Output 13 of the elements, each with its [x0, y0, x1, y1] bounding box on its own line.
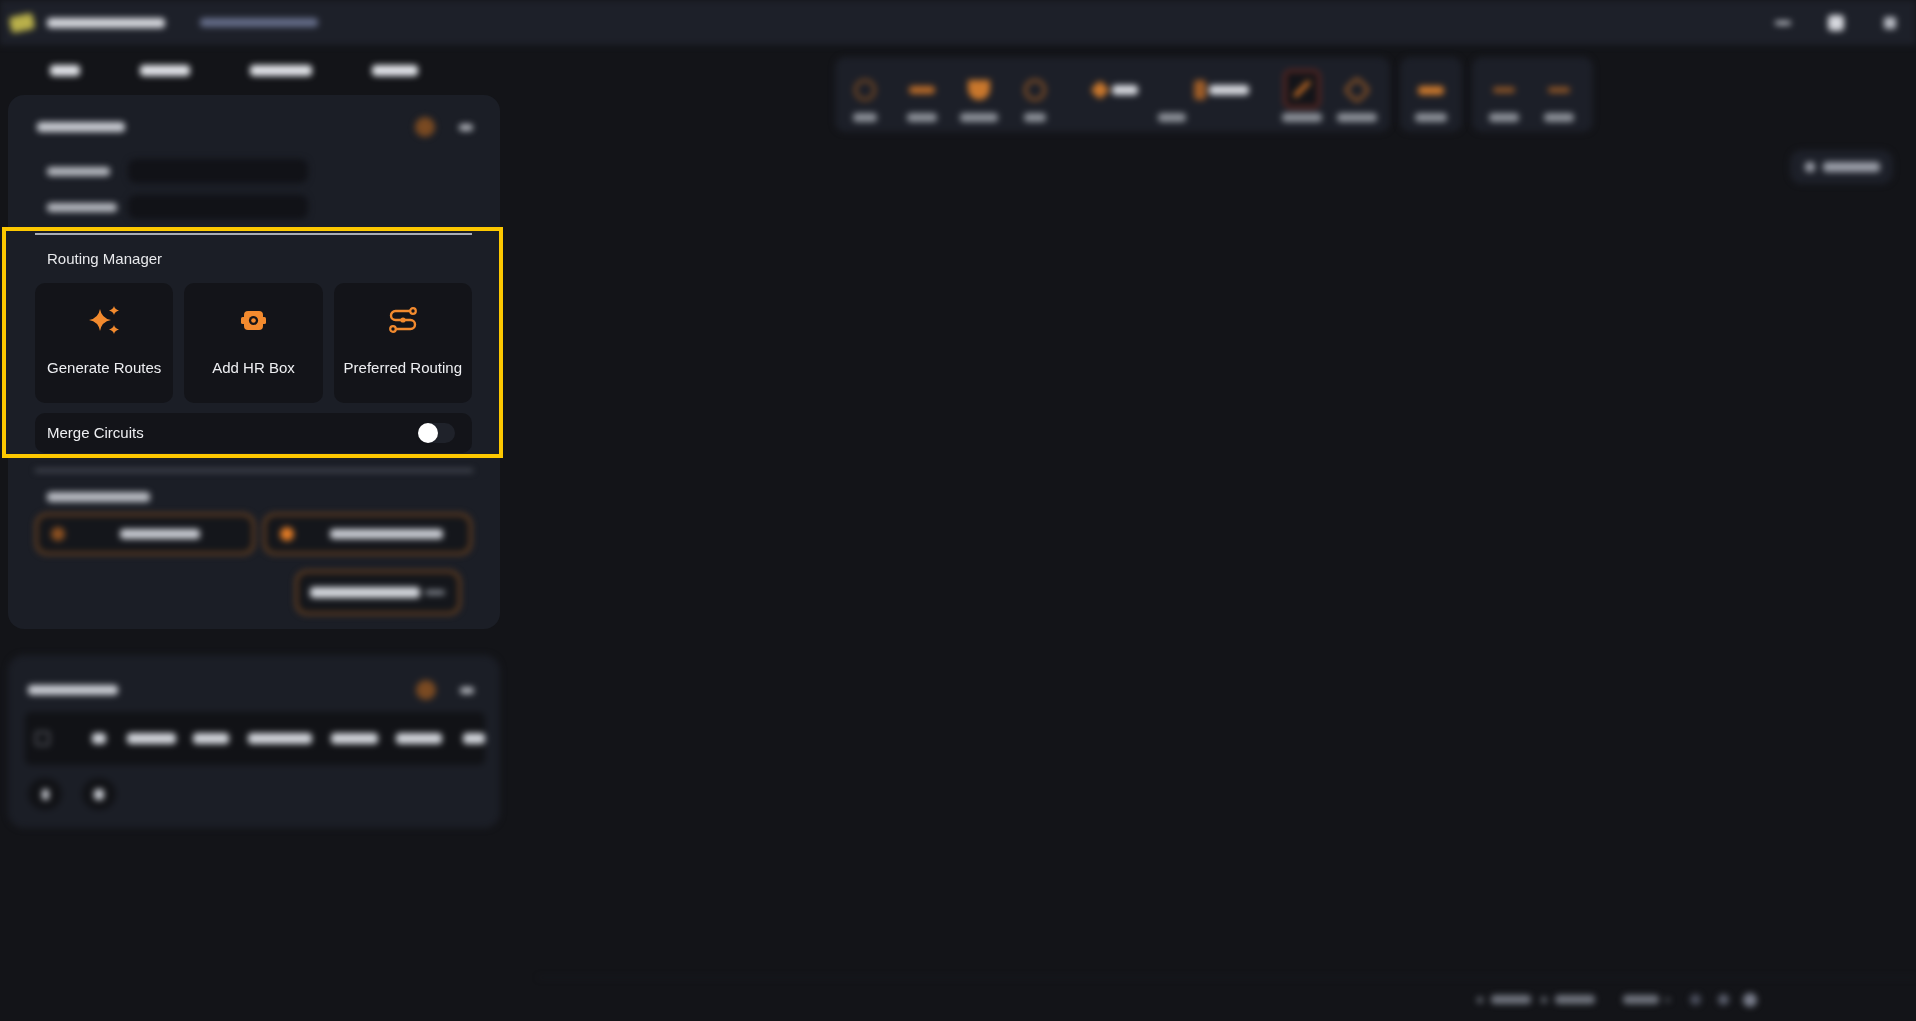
blurred-menu-item[interactable] [250, 64, 312, 76]
action-button[interactable]: Add HR Box [184, 283, 323, 403]
action-button[interactable]: Generate Routes [35, 283, 174, 403]
toggle-label: Merge Circuits [47, 423, 144, 443]
section-title: Routing Manager [46, 249, 164, 269]
toggle-switch[interactable] [418, 423, 455, 443]
action-button[interactable]: Preferred Routing [333, 283, 472, 403]
blurred-menu-item[interactable] [140, 64, 190, 76]
route-icon [388, 307, 417, 333]
blurred-menu-item[interactable] [50, 64, 80, 76]
sparkles-icon [89, 306, 120, 334]
blurred-menu-item[interactable] [372, 64, 418, 76]
box-icon [241, 310, 266, 330]
